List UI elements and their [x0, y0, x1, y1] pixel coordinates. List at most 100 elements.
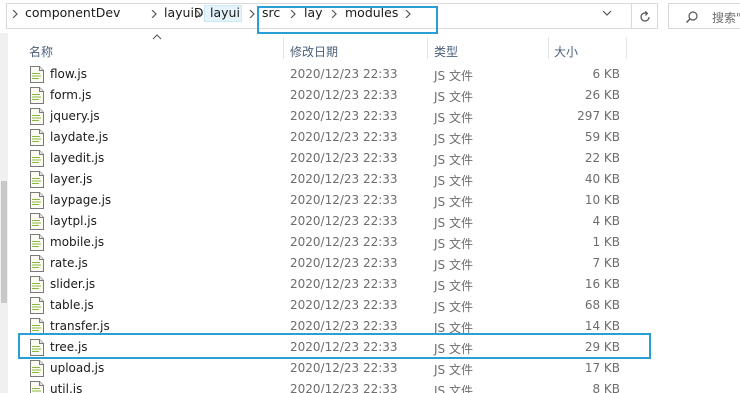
file-row[interactable]: rate.js 2020/12/23 22:33 JS 文件 7 KB	[8, 253, 740, 274]
file-row[interactable]: form.js 2020/12/23 22:33 JS 文件 26 KB	[8, 85, 740, 106]
file-name: table.js	[50, 298, 94, 312]
chevron-right-icon[interactable]	[12, 10, 18, 18]
file-name: upload.js	[50, 361, 105, 375]
address-bar: componentDev layuiDev layui src lay modu…	[0, 0, 740, 34]
js-file-icon	[30, 129, 44, 146]
file-size: 297 KB	[577, 109, 620, 123]
js-file-icon	[30, 213, 44, 230]
file-size: 26 KB	[584, 88, 620, 102]
js-file-icon	[30, 381, 44, 393]
js-file-icon	[30, 66, 44, 83]
column-divider[interactable]	[283, 37, 284, 59]
js-file-icon	[30, 108, 44, 125]
file-size: 10 KB	[584, 193, 620, 207]
file-modified: 2020/12/23 22:33	[290, 214, 398, 228]
file-type: JS 文件	[434, 111, 473, 125]
file-row[interactable]: table.js 2020/12/23 22:33 JS 文件 68 KB	[8, 295, 740, 316]
file-type: JS 文件	[434, 279, 473, 293]
sort-ascending-icon	[152, 34, 162, 40]
chevron-right-icon[interactable]	[249, 10, 255, 18]
file-size: 8 KB	[592, 382, 620, 393]
search-icon	[686, 11, 698, 23]
file-size: 59 KB	[584, 130, 620, 144]
column-divider[interactable]	[427, 37, 428, 59]
file-row[interactable]: upload.js 2020/12/23 22:33 JS 文件 17 KB	[8, 358, 740, 379]
breadcrumb-item-componentdev[interactable]: componentDev	[25, 4, 120, 22]
file-row[interactable]: util.js 2020/12/23 22:33 JS 文件 8 KB	[8, 379, 740, 393]
file-name: form.js	[50, 88, 92, 102]
file-modified: 2020/12/23 22:33	[290, 256, 398, 270]
js-file-icon	[30, 87, 44, 104]
file-modified: 2020/12/23 22:33	[290, 319, 398, 333]
js-file-icon	[30, 192, 44, 209]
column-header-modified[interactable]: 修改日期	[290, 43, 338, 60]
file-row[interactable]: mobile.js 2020/12/23 22:33 JS 文件 1 KB	[8, 232, 740, 253]
file-row[interactable]: laypage.js 2020/12/23 22:33 JS 文件 10 KB	[8, 190, 740, 211]
file-type: JS 文件	[434, 216, 473, 230]
chevron-right-icon[interactable]	[195, 10, 201, 18]
column-header: 名称 修改日期 类型 大小	[8, 33, 740, 64]
file-name: layer.js	[50, 172, 93, 186]
search-placeholder: 搜索"	[712, 11, 740, 25]
file-name: slider.js	[50, 277, 96, 291]
file-modified: 2020/12/23 22:33	[290, 277, 398, 291]
column-divider[interactable]	[626, 37, 627, 59]
js-file-icon	[30, 150, 44, 167]
column-divider[interactable]	[548, 37, 549, 59]
file-modified: 2020/12/23 22:33	[290, 109, 398, 123]
file-row[interactable]: jquery.js 2020/12/23 22:33 JS 文件 297 KB	[8, 106, 740, 127]
file-modified: 2020/12/23 22:33	[290, 193, 398, 207]
file-row[interactable]: laydate.js 2020/12/23 22:33 JS 文件 59 KB	[8, 127, 740, 148]
file-row[interactable]: layer.js 2020/12/23 22:33 JS 文件 40 KB	[8, 169, 740, 190]
file-size: 7 KB	[592, 256, 620, 270]
file-type: JS 文件	[434, 300, 473, 314]
file-modified: 2020/12/23 22:33	[290, 130, 398, 144]
breadcrumb-item-layui[interactable]: layui	[210, 4, 240, 22]
file-size: 14 KB	[584, 319, 620, 333]
js-file-icon	[30, 297, 44, 314]
file-type: JS 文件	[434, 258, 473, 272]
chevron-down-icon[interactable]	[600, 6, 614, 20]
file-row[interactable]: laytpl.js 2020/12/23 22:33 JS 文件 4 KB	[8, 211, 740, 232]
file-row[interactable]: slider.js 2020/12/23 22:33 JS 文件 16 KB	[8, 274, 740, 295]
file-modified: 2020/12/23 22:33	[290, 67, 398, 81]
column-header-type[interactable]: 类型	[434, 43, 458, 60]
file-row[interactable]: flow.js 2020/12/23 22:33 JS 文件 6 KB	[8, 64, 740, 85]
file-name: layedit.js	[50, 151, 105, 165]
chevron-right-icon[interactable]	[151, 10, 157, 18]
file-type: JS 文件	[434, 153, 473, 167]
file-type: JS 文件	[434, 195, 473, 209]
file-type: JS 文件	[434, 69, 473, 83]
file-type: JS 文件	[434, 237, 473, 251]
js-file-icon	[30, 276, 44, 293]
file-type: JS 文件	[434, 90, 473, 104]
js-file-icon	[30, 171, 44, 188]
file-type: JS 文件	[434, 363, 473, 377]
file-modified: 2020/12/23 22:33	[290, 361, 398, 375]
search-input[interactable]: 搜索"	[668, 3, 740, 29]
file-size: 22 KB	[584, 151, 620, 165]
file-modified: 2020/12/23 22:33	[290, 235, 398, 249]
refresh-icon	[640, 10, 650, 22]
column-header-name[interactable]: 名称	[29, 43, 53, 60]
file-modified: 2020/12/23 22:33	[290, 172, 398, 186]
column-header-size[interactable]: 大小	[554, 43, 578, 60]
file-size: 4 KB	[592, 214, 620, 228]
file-name: laypage.js	[50, 193, 112, 207]
file-modified: 2020/12/23 22:33	[290, 88, 398, 102]
file-name: flow.js	[50, 67, 88, 81]
file-name: laydate.js	[50, 130, 109, 144]
file-size: 40 KB	[584, 172, 620, 186]
file-name: transfer.js	[50, 319, 110, 333]
row-highlight-annotation	[18, 333, 651, 359]
js-file-icon	[30, 255, 44, 272]
file-size: 68 KB	[584, 298, 620, 312]
file-name: mobile.js	[50, 235, 105, 249]
file-row[interactable]: layedit.js 2020/12/23 22:33 JS 文件 22 KB	[8, 148, 740, 169]
navigation-scrollbar-thumb[interactable]	[1, 181, 7, 303]
file-size: 1 KB	[592, 235, 620, 249]
refresh-button[interactable]	[632, 3, 658, 29]
navigation-pane-edge	[0, 33, 8, 393]
path-highlight-annotation	[257, 6, 438, 34]
file-name: laytpl.js	[50, 214, 97, 228]
